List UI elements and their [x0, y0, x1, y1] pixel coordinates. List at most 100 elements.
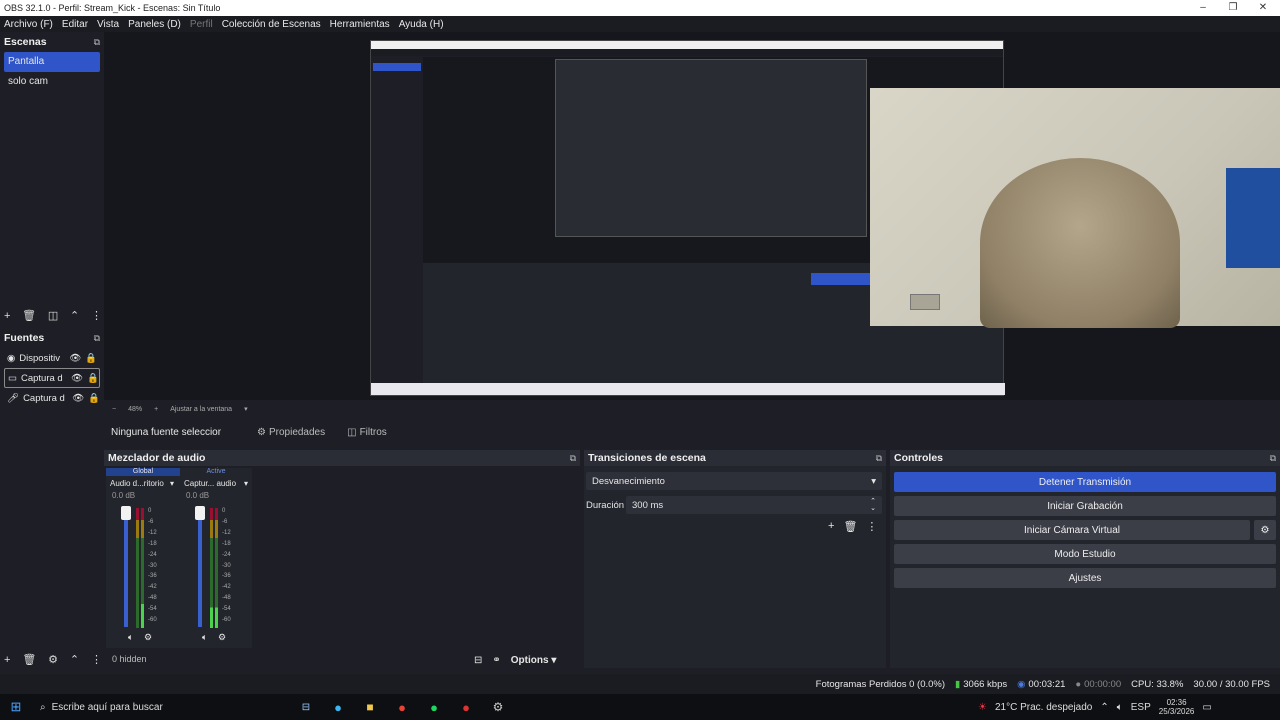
minimize-button[interactable]: – [1188, 0, 1218, 16]
float-icon[interactable]: ⧉ [94, 333, 100, 344]
gear-icon[interactable]: ⚙ [48, 653, 58, 667]
volume-slider[interactable] [198, 507, 202, 627]
menu-coleccion[interactable]: Colección de Escenas [222, 19, 321, 30]
duration-input[interactable]: 300 ms ⌃ ⌄ [626, 496, 882, 514]
studio-mode-button[interactable]: Modo Estudio [894, 544, 1276, 564]
speaker-icon[interactable]: 🔈︎ [202, 632, 207, 643]
menu-vista[interactable]: Vista [97, 19, 119, 30]
float-icon[interactable]: ⧉ [94, 37, 100, 48]
taskbar: ⊞ ⌕ Escribe aquí para buscar ⊟ ● ■ ● ● ● … [0, 694, 1280, 720]
more-icon[interactable]: ⋮ [91, 309, 102, 323]
add-icon[interactable]: + [4, 309, 10, 323]
weather-icon[interactable]: ☀ [978, 702, 987, 713]
filters-button[interactable]: ◫ Filtros [347, 427, 387, 438]
chevron-down-icon[interactable]: ▾ [170, 479, 174, 488]
tab-active[interactable]: Active [180, 468, 252, 476]
slider-handle[interactable] [195, 506, 205, 520]
transitions-title: Transiciones de escena [588, 452, 706, 464]
add-icon[interactable]: + [828, 520, 834, 533]
volume-icon[interactable]: 🔈︎ [1117, 702, 1123, 713]
bitrate-value: 3066 kbps [963, 678, 1008, 690]
notification-icon[interactable]: ▭ [1202, 702, 1211, 713]
gear-icon[interactable]: ⚙ [1254, 520, 1276, 540]
trash-icon[interactable]: 🗑 [843, 520, 857, 533]
menu-editar[interactable]: Editar [62, 19, 88, 30]
lock-icon[interactable]: 🔒 [87, 373, 99, 384]
windows-start-icon[interactable]: ⊞ [0, 699, 32, 715]
properties-button[interactable]: ⚙ Propiedades [257, 427, 325, 438]
options-label: Options [510, 654, 549, 666]
duration-value: 300 ms [632, 499, 664, 511]
virtual-camera-button[interactable]: Iniciar Cámara Virtual [894, 520, 1250, 540]
gear-icon[interactable]: ⚙ [482, 700, 514, 714]
spinner-icon[interactable]: ⌃ ⌄ [870, 498, 876, 512]
chevron-up-icon[interactable]: ⌃ [1100, 702, 1108, 713]
menu-archivo[interactable]: Archivo (F) [4, 19, 53, 30]
fit-dropdown[interactable]: Ajustar a la ventana [170, 406, 232, 413]
edge-icon[interactable]: ● [322, 700, 354, 715]
link-icon[interactable]: ⚭ [492, 655, 500, 666]
gear-icon[interactable]: ⚙ [144, 632, 152, 643]
volume-slider[interactable] [124, 507, 128, 627]
menu-herramientas[interactable]: Herramientas [330, 19, 390, 30]
zoom-in-button[interactable]: + [154, 406, 158, 413]
float-icon[interactable]: ⧉ [876, 453, 882, 464]
task-view-icon[interactable]: ⊟ [290, 702, 322, 713]
spotify-icon[interactable]: ● [418, 700, 450, 715]
eye-icon[interactable]: 👁 [71, 373, 83, 384]
trash-icon[interactable]: 🗑 [22, 309, 36, 323]
chrome-icon[interactable]: ● [386, 700, 418, 715]
chevron-down-icon[interactable]: ▾ [244, 479, 248, 488]
speaker-icon[interactable]: 🔈︎ [128, 632, 133, 643]
no-source-label: Ninguna fuente seleccionac [111, 426, 221, 438]
stream-time: 00:03:21 [1028, 678, 1066, 690]
more-icon[interactable]: ⋮ [866, 520, 877, 533]
eye-icon[interactable]: 👁 [69, 353, 81, 364]
chevron-down-icon[interactable]: ▾ [244, 405, 248, 413]
scenes-dock: Escenas ⧉ Pantalla solo cam + 🗑 ◫ ⌃ ⋮ [0, 32, 104, 328]
chevron-up-icon[interactable]: ⌃ [70, 653, 79, 667]
tab-global[interactable]: Global [106, 468, 180, 476]
lock-icon[interactable]: 🔒 [88, 393, 100, 404]
options-button[interactable]: Options ▾ [511, 655, 557, 666]
filter-icon[interactable]: ◫ [48, 309, 58, 323]
weather-text[interactable]: 21°C Prac. despejado [995, 702, 1092, 713]
start-recording-button[interactable]: Iniciar Grabación [894, 496, 1276, 516]
menu-ayuda[interactable]: Ayuda (H) [399, 19, 444, 30]
more-icon[interactable]: ⋮ [91, 653, 102, 667]
app-icon[interactable]: ● [450, 700, 482, 715]
search-box[interactable]: ⌕ Escribe aquí para buscar [32, 694, 212, 720]
slider-handle[interactable] [121, 506, 131, 520]
source-item[interactable]: ◉ Dispositiv 👁 🔒 [4, 348, 100, 368]
gear-icon[interactable]: ⚙ [218, 632, 226, 643]
menu-perfil[interactable]: Perfil [190, 19, 213, 30]
source-item[interactable]: ▭ Captura d 👁 🔒 [4, 368, 100, 388]
menu-paneles[interactable]: Paneles (D) [128, 19, 181, 30]
transition-select[interactable]: Desvanecimiento ▾ [586, 472, 882, 490]
clock[interactable]: 02:36 25/3/2026 [1159, 698, 1195, 716]
add-icon[interactable]: + [4, 653, 10, 667]
maximize-button[interactable]: ❐ [1218, 0, 1248, 16]
float-icon[interactable]: ⧉ [1270, 453, 1276, 464]
stop-stream-button[interactable]: Detener Transmisión [894, 472, 1276, 492]
nested-capture [555, 59, 867, 237]
layout-icon[interactable]: ⊟ [474, 655, 482, 666]
preview-canvas[interactable] [104, 32, 1280, 400]
status-bar: Fotogramas Perdidos 0 (0.0%) ▮ 3066 kbps … [0, 674, 1280, 694]
trash-icon[interactable]: 🗑 [22, 653, 36, 667]
lock-icon[interactable]: 🔒 [85, 353, 97, 364]
scene-item-pantalla[interactable]: Pantalla [4, 52, 100, 72]
eye-icon[interactable]: 👁 [72, 393, 84, 404]
float-icon[interactable]: ⧉ [570, 453, 576, 464]
close-button[interactable]: ✕ [1248, 0, 1278, 16]
zoom-out-button[interactable]: − [112, 406, 116, 413]
source-item[interactable]: 🎤︎ Captura d 👁 🔒 [4, 388, 100, 408]
folder-icon[interactable]: ■ [354, 700, 386, 714]
language[interactable]: ESP [1131, 702, 1151, 713]
button-label: Iniciar Grabación [1047, 500, 1123, 512]
chevron-up-icon[interactable]: ⌃ [70, 309, 79, 323]
scenes-toolbar: + 🗑 ◫ ⌃ ⋮ [4, 308, 104, 324]
settings-button[interactable]: Ajustes [894, 568, 1276, 588]
fps: 30.00 / 30.00 FPS [1193, 678, 1270, 690]
scene-item-solo-cam[interactable]: solo cam [4, 72, 100, 92]
